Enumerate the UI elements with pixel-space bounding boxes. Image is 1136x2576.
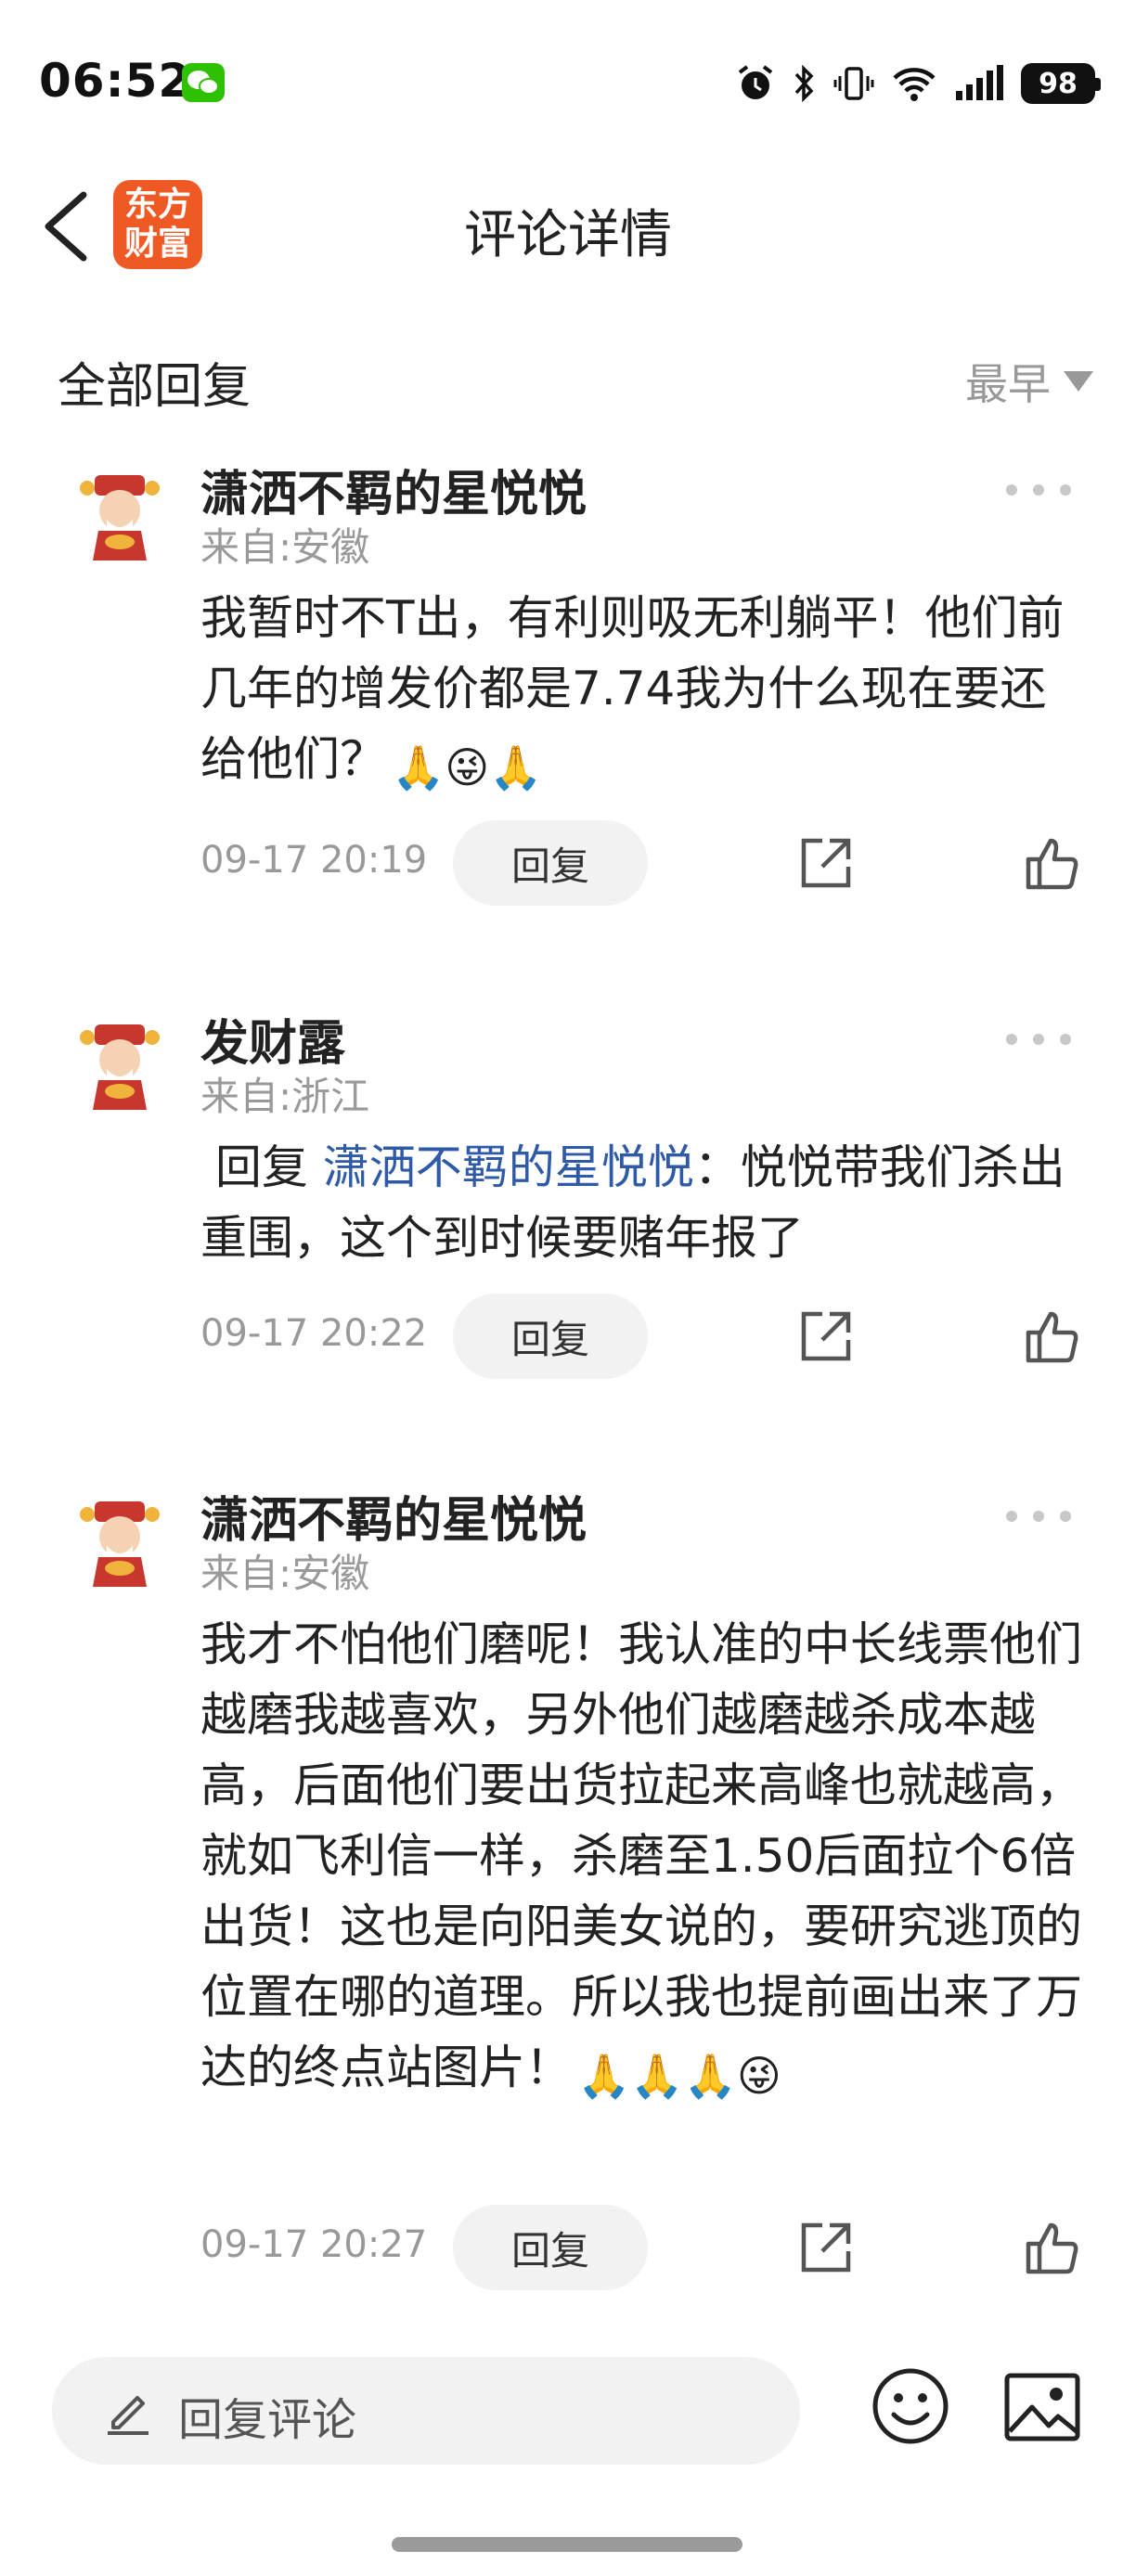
- comment-username[interactable]: 潇洒不羁的星悦悦: [200, 1481, 587, 1551]
- bluetooth-icon: [794, 64, 814, 103]
- share-icon[interactable]: [796, 833, 856, 893]
- reply-button[interactable]: 回复: [453, 2205, 648, 2290]
- thumbs-up-icon[interactable]: [1021, 833, 1080, 893]
- reply-prefix: 回复: [214, 1140, 308, 1194]
- comment-text: 我才不怕他们磨呢！我认准的中长线票他们越磨我越喜欢，另外他们越磨越杀成本越高，后…: [200, 1609, 1082, 2111]
- replies-header: 全部回复 最早: [0, 343, 1136, 418]
- wifi-icon: [893, 68, 936, 101]
- comment-location: 来自:安徽: [200, 1551, 370, 1596]
- thumbs-up-icon[interactable]: [1021, 1307, 1080, 1366]
- more-options-icon[interactable]: [1006, 1507, 1071, 1526]
- image-icon[interactable]: [1002, 2370, 1082, 2444]
- avatar[interactable]: [76, 471, 163, 564]
- pencil-icon: [108, 2396, 148, 2435]
- comment-location: 来自:安徽: [200, 524, 370, 570]
- header: 东方 财富 评论详情: [0, 167, 1136, 288]
- sort-dropdown[interactable]: 最早: [965, 351, 1093, 412]
- bottom-bar: 回复评论: [0, 2329, 1136, 2465]
- status-time: 06:52: [39, 54, 192, 108]
- comment-username[interactable]: 潇洒不羁的星悦悦: [200, 455, 587, 524]
- page-title: 评论详情: [464, 205, 672, 265]
- emoji-group: 🙏🙏🙏😜: [577, 2051, 781, 2101]
- comment-time: 09-17 20:19: [200, 839, 428, 882]
- comment-text: 回复 潇洒不羁的星悦悦：悦悦带我们杀出重围，这个到时候要赌年报了: [200, 1132, 1082, 1273]
- comment-time: 09-17 20:27: [200, 2223, 428, 2266]
- reply-to-user-link[interactable]: 潇洒不羁的星悦悦: [323, 1140, 694, 1194]
- avatar[interactable]: [76, 1021, 163, 1114]
- reply-button[interactable]: 回复: [453, 820, 648, 906]
- emoji-smile-icon[interactable]: [871, 2366, 950, 2446]
- more-options-icon[interactable]: [1006, 1030, 1071, 1049]
- comment-body: 我暂时不T出，有利则吸无利躺平！他们前几年的增发价都是7.74我为什么现在要还给…: [200, 591, 1065, 786]
- alarm-icon: [738, 65, 773, 99]
- reply-button[interactable]: 回复: [453, 1294, 648, 1379]
- battery-icon: 98: [1021, 63, 1101, 104]
- status-bar: 06:52 98: [0, 0, 1136, 167]
- wechat-icon: [182, 63, 225, 102]
- triangle-down-icon: [1064, 371, 1093, 392]
- comment-body: 我才不怕他们磨呢！我认准的中长线票他们越磨我越喜欢，另外他们越磨越杀成本越高，后…: [200, 1617, 1082, 2094]
- comment-time: 09-17 20:22: [200, 1312, 428, 1355]
- comment-username[interactable]: 发财露: [200, 1004, 345, 1074]
- reply-comment-input[interactable]: 回复评论: [52, 2357, 800, 2465]
- comment-location: 来自:浙江: [200, 1074, 370, 1119]
- all-replies-label: 全部回复: [58, 359, 252, 415]
- avatar[interactable]: [76, 1498, 163, 1591]
- thumbs-up-icon[interactable]: [1021, 2218, 1080, 2277]
- emoji-group: 🙏😜🙏: [392, 742, 543, 792]
- home-indicator[interactable]: [392, 2537, 742, 2552]
- comment-text: 我暂时不T出，有利则吸无利躺平！他们前几年的增发价都是7.74我为什么现在要还给…: [200, 583, 1082, 803]
- reply-comment-placeholder: 回复评论: [178, 2394, 357, 2446]
- vibrate-icon: [833, 67, 874, 100]
- share-icon[interactable]: [796, 2218, 856, 2277]
- signal-icon: [956, 65, 1003, 100]
- share-icon[interactable]: [796, 1307, 856, 1366]
- sort-value: 最早: [965, 359, 1051, 409]
- more-options-icon[interactable]: [1006, 481, 1071, 499]
- battery-level: 98: [1039, 67, 1078, 100]
